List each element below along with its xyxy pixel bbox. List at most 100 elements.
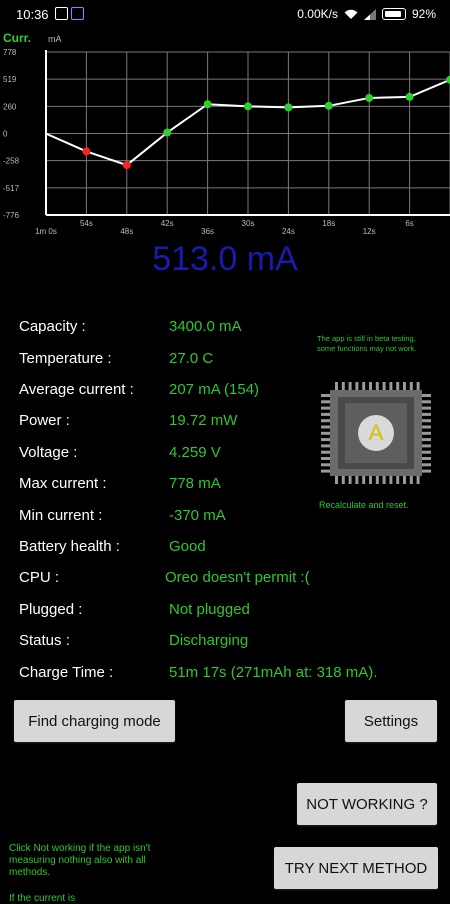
chip-pin (422, 450, 431, 454)
info-label: Max current : (19, 475, 107, 492)
chip-pin (321, 412, 330, 416)
chip-pin (375, 475, 379, 484)
chip-pin (416, 475, 420, 484)
wifi-icon (344, 9, 358, 19)
current-chart-svg: 778 519 260 0 -258 -517 -776 1m 0s 54s 48s 42s 36s 3… (0, 28, 450, 240)
chip-pin (348, 382, 352, 391)
chip-pin (375, 382, 379, 391)
data-point (163, 128, 172, 137)
y-tick-label: 260 (3, 102, 17, 111)
x-tick-label: 24s (282, 227, 295, 236)
chip-pin (321, 394, 330, 397)
info-label: Battery health : (19, 538, 120, 555)
info-row-status: Status : Discharging (19, 632, 439, 656)
info-row-plugged: Plugged : Not plugged (19, 601, 439, 625)
info-value: 3400.0 mA (169, 318, 242, 335)
x-tick-label: 48s (120, 227, 133, 236)
x-tick-label: 42s (161, 219, 174, 228)
chip-pin (409, 382, 413, 391)
chip-pin (422, 469, 431, 473)
chip-pin (422, 463, 431, 467)
hint-text-cut: If the current is (9, 893, 76, 904)
chip-pin (321, 400, 330, 404)
chip-pin (403, 475, 406, 484)
chip-pin (321, 469, 330, 473)
chip-button[interactable]: A (318, 378, 434, 488)
info-label: Average current : (19, 381, 134, 398)
data-point (405, 92, 414, 101)
hint-text: Click Not working if the app isn't measu… (9, 843, 151, 878)
info-row-min-current: Min current : -370 mA (19, 507, 439, 531)
chip-pin (416, 382, 420, 391)
info-label: Power : (19, 412, 70, 429)
chip-pin (362, 475, 366, 484)
chip-pin (335, 382, 338, 391)
x-tick-label: 36s (201, 227, 214, 236)
chip-pin (355, 475, 359, 484)
chart-unit-label: mA (48, 34, 62, 44)
chip-pin (396, 382, 400, 391)
chip-pin (341, 475, 345, 484)
y-tick-label: 519 (3, 75, 17, 84)
data-point (203, 100, 212, 109)
chip-pin (403, 382, 406, 391)
chip-pin (341, 382, 345, 391)
current-readout: 513.0 mA (152, 240, 298, 278)
chip-pin (369, 475, 372, 484)
y-tick-label: 0 (3, 130, 8, 139)
status-bar: 10:36 0.00K/s 92% (0, 0, 450, 28)
network-speed: 0.00K/s (297, 7, 338, 21)
settings-button[interactable]: Settings (345, 700, 437, 742)
data-point (284, 103, 293, 112)
current-chart: 778 519 260 0 -258 -517 -776 1m 0s 54s 48s 42s 36s 3… (0, 28, 450, 240)
chip-pin (321, 406, 330, 410)
info-value: Discharging (169, 632, 249, 649)
not-working-button[interactable]: NOT WORKING ? (297, 783, 437, 825)
notification-icon (55, 7, 68, 20)
chip-pin (321, 463, 330, 467)
chip-pin (355, 382, 359, 391)
info-label: CPU : (19, 569, 60, 586)
info-value: 51m 17s (271mAh at: 318 mA). (169, 664, 378, 681)
data-point (82, 147, 91, 156)
status-time: 10:36 (16, 7, 49, 22)
chip-pin (389, 382, 393, 391)
chip-pin (382, 475, 386, 484)
y-tick-label: -776 (3, 211, 20, 220)
data-point (324, 101, 333, 110)
info-row-charge-time: Charge Time : 51m 17s (271mAh at: 318 mA… (19, 664, 439, 688)
info-label: Temperature : (19, 350, 112, 367)
info-value: Oreo doesn't permit :( (165, 569, 310, 586)
info-value: Good (169, 538, 206, 555)
find-charging-mode-button[interactable]: Find charging mode (14, 700, 175, 742)
chip-letter: A (368, 420, 384, 445)
chip-pin (422, 457, 431, 460)
chip-pin (321, 450, 330, 454)
chip-pin (348, 475, 352, 484)
recalculate-link[interactable]: Recalculate and reset. (319, 500, 409, 510)
info-row-battery-health: Battery health : Good (19, 538, 439, 562)
info-label: Capacity : (19, 318, 86, 335)
data-point (365, 93, 374, 102)
info-label: Plugged : (19, 601, 83, 618)
x-tick-label: 6s (405, 219, 413, 228)
chip-pin (382, 382, 386, 391)
info-label: Min current : (19, 507, 103, 524)
chip-pin (389, 475, 393, 484)
chart-title: Curr. (3, 31, 31, 45)
data-point (122, 161, 131, 170)
chip-pin (422, 400, 431, 404)
battery-percent: 92% (411, 7, 436, 21)
info-row-temperature: Temperature : 27.0 C (19, 350, 439, 374)
signal-icon (363, 8, 376, 20)
data-point (244, 102, 252, 111)
x-tick-label: 1m 0s (35, 227, 57, 236)
info-value: Not plugged (169, 601, 250, 618)
try-next-method-button[interactable]: TRY NEXT METHOD (274, 847, 438, 889)
y-tick-label: 778 (3, 48, 17, 57)
y-tick-label: -258 (3, 157, 20, 166)
chip-pin (335, 475, 338, 484)
info-value: 19.72 mW (169, 412, 238, 429)
info-value: 27.0 C (169, 350, 214, 367)
info-label: Voltage : (19, 444, 78, 461)
